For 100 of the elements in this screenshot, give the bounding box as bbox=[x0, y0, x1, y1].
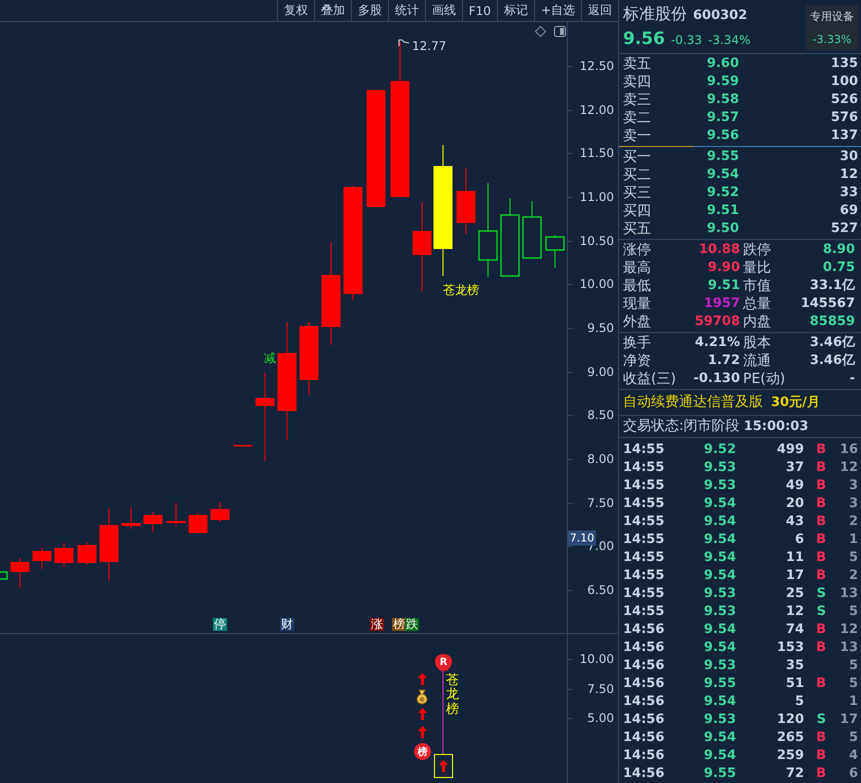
axis-label: 7.50 bbox=[587, 496, 614, 510]
stat-value: 10.88 bbox=[698, 240, 740, 259]
trade-volume: 6 bbox=[794, 531, 804, 550]
bid-volume: 30 bbox=[838, 148, 858, 166]
trade-count: 12 bbox=[838, 459, 858, 478]
toolbar-button[interactable]: 统计 bbox=[388, 0, 425, 21]
stat-label: 涨停 bbox=[623, 240, 652, 259]
toolbar-button[interactable]: 返回 bbox=[581, 0, 618, 21]
trade-volume: 20 bbox=[784, 495, 804, 514]
trade-count: 1 bbox=[848, 693, 858, 712]
trade-price: 9.53 bbox=[702, 459, 736, 478]
candlestick bbox=[32, 548, 52, 570]
trade-time: 14:55 bbox=[623, 567, 663, 586]
trade-volume: 37 bbox=[784, 459, 804, 478]
bid-volume: 69 bbox=[838, 202, 858, 220]
trade-side: B bbox=[815, 477, 826, 496]
bid-label: 买二 bbox=[623, 166, 652, 184]
trade-price: 9.54 bbox=[702, 495, 736, 514]
trade-count: 5 bbox=[848, 549, 858, 568]
trade-side: B bbox=[815, 675, 826, 694]
event-marker: 停 bbox=[213, 618, 227, 631]
stat-label: 流通 bbox=[743, 352, 772, 370]
stat-label: 最高 bbox=[623, 258, 652, 277]
candlestick bbox=[234, 444, 252, 446]
candlestick bbox=[545, 234, 565, 268]
candlestick bbox=[166, 502, 186, 526]
event-marker: 跌 bbox=[405, 618, 419, 631]
trade-side: S bbox=[816, 603, 826, 622]
event-marker: 榜 bbox=[392, 618, 406, 631]
trade-time: 14:56 bbox=[623, 639, 663, 658]
trade-volume: 12 bbox=[784, 603, 804, 622]
signal-box bbox=[434, 754, 453, 778]
toolbar-button[interactable]: 画线 bbox=[424, 0, 462, 21]
ask-label: 卖五 bbox=[623, 54, 652, 73]
up-arrow-icon bbox=[418, 708, 427, 720]
panel-toggle-icon[interactable] bbox=[554, 26, 566, 37]
candlestick bbox=[10, 558, 30, 588]
toolbar-button[interactable]: F10 bbox=[462, 0, 497, 21]
trade-price: 9.55 bbox=[702, 765, 736, 783]
trade-count: 5 bbox=[848, 729, 858, 748]
stat-value: 1.72 bbox=[706, 352, 740, 370]
stat-label: 收益(三) bbox=[623, 370, 677, 388]
candlestick bbox=[188, 512, 208, 534]
trade-volume: 120 bbox=[776, 711, 804, 730]
rank-badge: 榜 bbox=[414, 743, 431, 760]
toolbar-button[interactable]: 叠加 bbox=[314, 0, 351, 21]
stat-label: 跌停 bbox=[743, 240, 772, 259]
ask-price: 9.59 bbox=[706, 72, 739, 91]
trade-volume: 74 bbox=[784, 621, 804, 640]
bid-label: 买三 bbox=[623, 184, 652, 202]
axis-label: 6.50 bbox=[587, 582, 614, 597]
stat-value: 33.1亿 bbox=[808, 276, 855, 295]
trade-count: 16 bbox=[838, 441, 858, 460]
trade-time: 14:56 bbox=[623, 729, 663, 748]
trade-side: B bbox=[815, 441, 826, 460]
axis-label: 11.50 bbox=[580, 146, 614, 160]
trade-count: 5 bbox=[848, 603, 858, 622]
ask-price: 9.56 bbox=[706, 126, 739, 145]
diamond-icon[interactable] bbox=[535, 26, 546, 37]
trade-side: S bbox=[816, 585, 826, 604]
sector-change: -3.33% bbox=[812, 32, 852, 46]
bid-price: 9.50 bbox=[706, 220, 739, 238]
toolbar-button[interactable]: +自选 bbox=[534, 0, 581, 21]
up-arrow-icon bbox=[418, 673, 427, 685]
ask-volume: 576 bbox=[830, 108, 858, 127]
axis-label: 9.00 bbox=[587, 364, 614, 379]
stat-label: 总量 bbox=[743, 294, 772, 313]
event-marker: 涨 bbox=[370, 618, 384, 631]
candlestick bbox=[122, 506, 140, 530]
axis-label: 10.00 bbox=[580, 652, 614, 666]
trade-volume: 499 bbox=[776, 441, 804, 460]
trade-price: 9.54 bbox=[702, 549, 736, 568]
trade-time: 14:55 bbox=[623, 495, 663, 514]
ask-volume: 135 bbox=[830, 54, 858, 73]
toolbar-button[interactable]: 多股 bbox=[350, 0, 388, 21]
up-arrow-icon bbox=[418, 726, 427, 738]
trade-price: 9.54 bbox=[702, 531, 736, 550]
trade-side: B bbox=[815, 513, 826, 532]
ask-label: 卖二 bbox=[623, 108, 652, 127]
trade-count: 17 bbox=[838, 711, 858, 730]
ask-label: 卖四 bbox=[623, 72, 652, 91]
promo-text[interactable]: 自动续费通达信普及版 bbox=[623, 393, 763, 412]
trade-volume: 5 bbox=[794, 693, 804, 712]
axis-label: 5.00 bbox=[587, 711, 614, 725]
stat-value: 59708 bbox=[694, 312, 740, 331]
stock-code: 600302 bbox=[693, 8, 748, 23]
price-change: -0.33 bbox=[670, 32, 702, 47]
trade-side: B bbox=[815, 765, 826, 783]
vertical-label: 苍龙榜 bbox=[446, 674, 459, 717]
trade-price: 9.53 bbox=[702, 477, 736, 496]
trade-volume: 11 bbox=[784, 549, 804, 568]
trade-price: 9.53 bbox=[702, 603, 736, 622]
flag-icon bbox=[398, 39, 410, 47]
trade-volume: 72 bbox=[784, 765, 804, 783]
toolbar-button[interactable]: 标记 bbox=[496, 0, 534, 21]
toolbar-button[interactable]: 复权 bbox=[276, 0, 314, 21]
axis-label: 11.00 bbox=[580, 190, 614, 204]
sector-name: 专用设备 bbox=[810, 9, 854, 24]
axis-label: 7.50 bbox=[587, 682, 614, 696]
stat-value: - bbox=[848, 370, 855, 388]
